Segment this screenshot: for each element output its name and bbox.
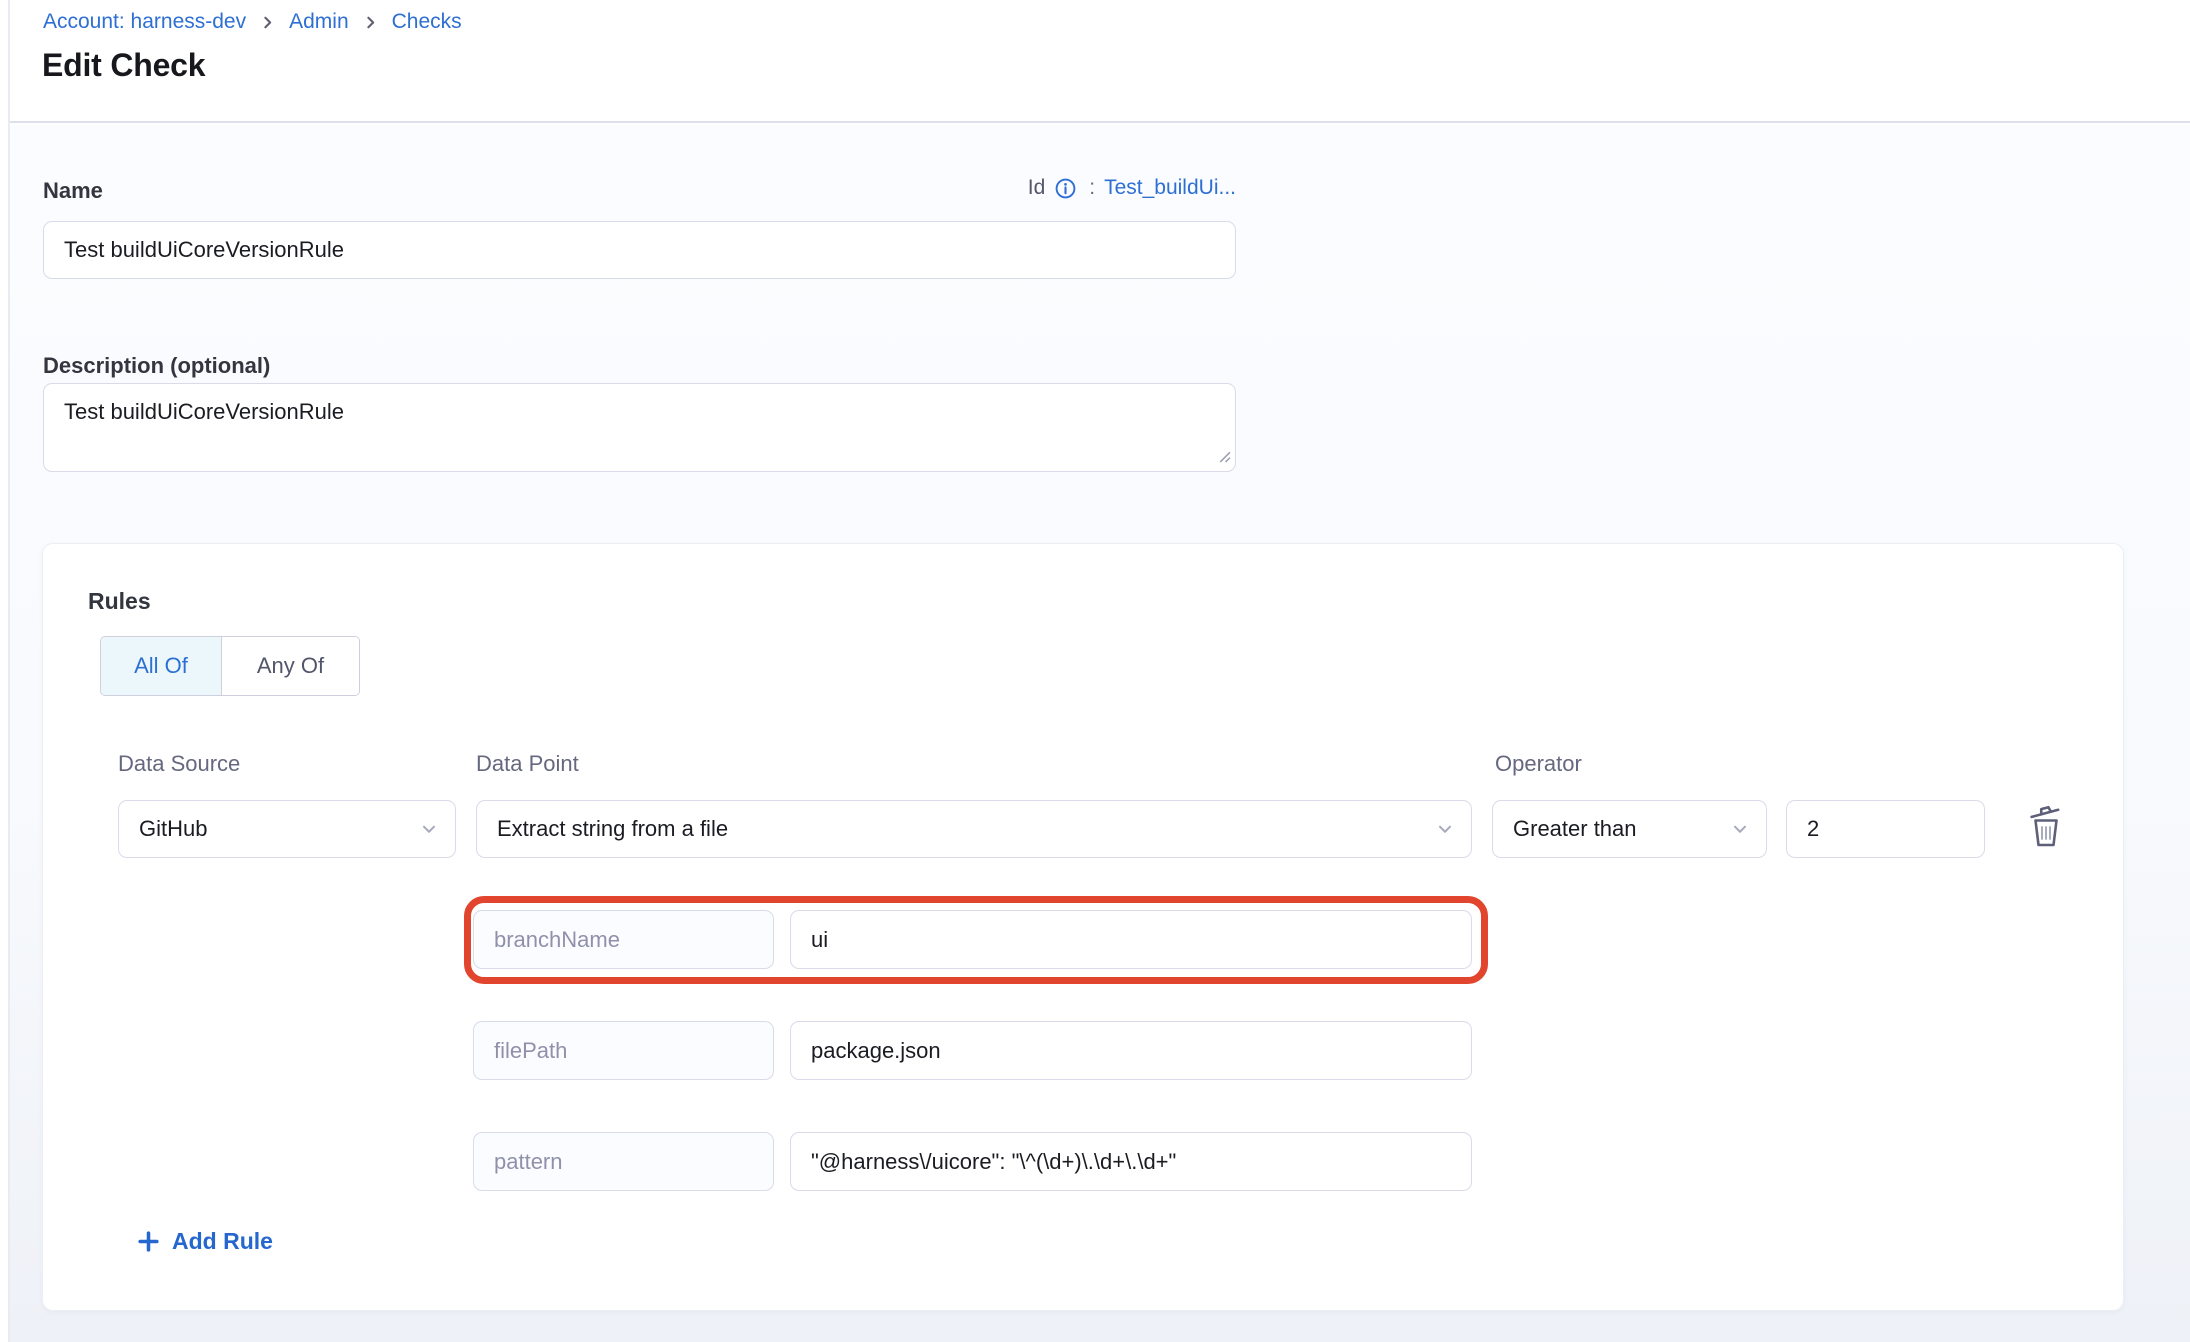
add-rule-label: Add Rule bbox=[172, 1228, 273, 1255]
data-point-label: Data Point bbox=[476, 751, 579, 777]
delete-rule-button[interactable] bbox=[2026, 804, 2066, 850]
trash-icon bbox=[2026, 804, 2066, 850]
param-key-field: filePath bbox=[473, 1021, 774, 1080]
operator-value: Greater than bbox=[1513, 816, 1637, 842]
rules-card: Rules All Of Any Of Data Source Data Poi… bbox=[42, 543, 2124, 1311]
filepath-value-input[interactable] bbox=[790, 1021, 1472, 1080]
any-of-button[interactable]: Any Of bbox=[222, 637, 359, 695]
rule-logic-toggle: All Of Any Of bbox=[100, 636, 360, 696]
all-of-button[interactable]: All Of bbox=[101, 637, 222, 695]
pattern-value-input[interactable] bbox=[790, 1132, 1472, 1191]
rules-label: Rules bbox=[88, 588, 151, 615]
data-point-value: Extract string from a file bbox=[497, 816, 728, 842]
plus-icon bbox=[136, 1229, 161, 1254]
page-title: Edit Check bbox=[42, 47, 205, 84]
edit-check-form: Name Id : Test_buildUi... Description (o… bbox=[0, 125, 2190, 1342]
branchname-value-input[interactable] bbox=[790, 910, 1472, 969]
breadcrumb-checks-link[interactable]: Checks bbox=[392, 8, 462, 36]
page-header: Account: harness-dev Admin Checks Edit C… bbox=[0, 0, 2190, 123]
param-key-label: filePath bbox=[494, 1038, 567, 1064]
operator-label: Operator bbox=[1495, 751, 1582, 777]
edit-check-screen: Account: harness-dev Admin Checks Edit C… bbox=[0, 0, 2190, 1342]
data-point-select[interactable]: Extract string from a file bbox=[476, 800, 1472, 858]
breadcrumb-admin-link[interactable]: Admin bbox=[289, 8, 349, 36]
chevron-down-icon bbox=[418, 818, 440, 840]
rule-param-row-filepath: filePath bbox=[473, 1021, 1472, 1080]
id-row: Id : Test_buildUi... bbox=[1028, 176, 1236, 200]
description-textarea[interactable]: Test buildUiCoreVersionRule bbox=[43, 383, 1236, 472]
id-value-link[interactable]: Test_buildUi... bbox=[1104, 176, 1236, 200]
param-key-label: branchName bbox=[494, 927, 620, 953]
info-icon bbox=[1054, 177, 1077, 200]
id-label: Id bbox=[1028, 176, 1046, 200]
chevron-down-icon bbox=[1729, 818, 1751, 840]
param-key-field: branchName bbox=[473, 910, 774, 969]
rule-param-row-pattern: pattern bbox=[473, 1132, 1472, 1191]
window-edge-line bbox=[8, 0, 10, 1342]
rule-param-row-branchname: branchName bbox=[473, 910, 1472, 969]
operator-value-input[interactable] bbox=[1786, 800, 1985, 858]
chevron-down-icon bbox=[1434, 818, 1456, 840]
resize-handle-icon[interactable] bbox=[1216, 448, 1231, 468]
param-key-label: pattern bbox=[494, 1149, 563, 1175]
breadcrumb-account-link[interactable]: Account: harness-dev bbox=[43, 8, 246, 36]
name-label: Name bbox=[43, 178, 103, 204]
id-info-button[interactable] bbox=[1054, 177, 1077, 200]
window-edge-gutter bbox=[0, 0, 8, 1342]
add-rule-button[interactable]: Add Rule bbox=[136, 1228, 273, 1255]
data-source-label: Data Source bbox=[118, 751, 240, 777]
name-input[interactable] bbox=[43, 221, 1236, 279]
id-colon: : bbox=[1086, 176, 1095, 200]
param-key-field: pattern bbox=[473, 1132, 774, 1191]
description-label: Description (optional) bbox=[43, 353, 270, 379]
operator-select[interactable]: Greater than bbox=[1492, 800, 1767, 858]
data-source-select[interactable]: GitHub bbox=[118, 800, 456, 858]
description-value: Test buildUiCoreVersionRule bbox=[64, 399, 344, 425]
chevron-right-icon bbox=[259, 14, 276, 31]
breadcrumb: Account: harness-dev Admin Checks bbox=[43, 8, 462, 36]
data-source-value: GitHub bbox=[139, 816, 207, 842]
chevron-right-icon bbox=[362, 14, 379, 31]
